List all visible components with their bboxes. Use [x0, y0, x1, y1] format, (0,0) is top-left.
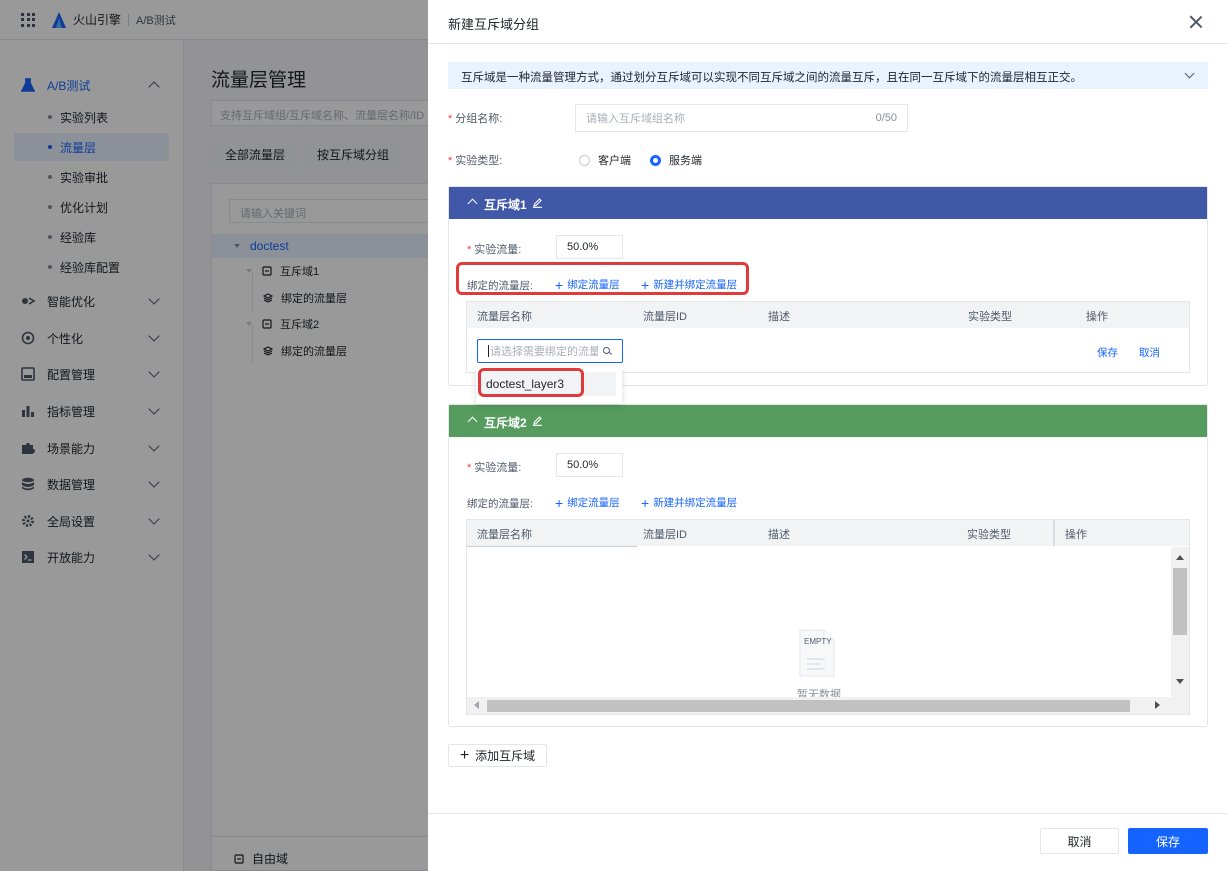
- domain-2-header[interactable]: 互斥域2: [449, 405, 1207, 437]
- drawer-title: 新建互斥域分组: [448, 17, 540, 32]
- add-domain-label: 添加互斥域: [475, 749, 536, 763]
- create-bind-layer-link[interactable]: + 新建并绑定流量层: [641, 277, 737, 292]
- group-name-label: * 分组名称:: [448, 113, 503, 125]
- header-underline: [467, 546, 637, 547]
- radio-circle-checked: [650, 154, 661, 166]
- cancel-button[interactable]: 取消: [1040, 828, 1119, 854]
- column-header: 实验类型: [968, 311, 1012, 323]
- column-resize-handle[interactable]: [1053, 520, 1055, 546]
- info-text: 互斥域是一种流量管理方式，通过划分互斥域可以实现不同互斥域之间的流量互斥，且在同…: [461, 72, 1082, 84]
- exp-type-label: * 实验类型:: [448, 155, 503, 167]
- scroll-down-arrow-icon[interactable]: [1176, 679, 1184, 684]
- save-button[interactable]: 保存: [1128, 828, 1208, 854]
- scroll-left-arrow-icon[interactable]: [474, 701, 479, 709]
- layer-select-dropdown: doctest_layer3: [476, 367, 622, 404]
- table-header: 流量层名称 流量层ID 描述 实验类型 操作: [467, 302, 1189, 328]
- column-header: 操作: [1086, 311, 1108, 323]
- close-icon[interactable]: [1189, 15, 1203, 29]
- row-save-link[interactable]: 保存: [1097, 345, 1118, 360]
- scroll-thumb[interactable]: [487, 700, 1130, 712]
- input-placeholder: 请输入互斥域组名称: [586, 113, 685, 125]
- bound-layers-table: 流量层名称 流量层ID 描述 实验类型 操作 请选择需要绑定的流量层 保存 取消: [466, 301, 1190, 373]
- empty-file-icon: [799, 629, 835, 677]
- radio-server[interactable]: 服务端: [650, 152, 702, 168]
- traffic-input[interactable]: 50.0%: [556, 235, 623, 259]
- scroll-up-arrow-icon[interactable]: [1176, 555, 1184, 560]
- chevron-up-icon[interactable]: [467, 198, 478, 209]
- search-icon: [603, 347, 610, 354]
- row-cancel-link[interactable]: 取消: [1139, 345, 1160, 360]
- select-placeholder: 请选择需要绑定的流量层: [490, 346, 598, 358]
- traffic-label: * 实验流量:: [467, 244, 522, 256]
- char-counter: 0/50: [875, 112, 897, 124]
- chevron-down-icon[interactable]: [1184, 68, 1195, 79]
- column-header: 实验类型: [967, 529, 1011, 541]
- column-header: 流量层名称: [477, 311, 532, 323]
- edit-icon[interactable]: [532, 197, 543, 208]
- radio-label: 客户端: [598, 155, 631, 167]
- dropdown-option[interactable]: doctest_layer3: [480, 372, 616, 396]
- bound-layer-label: 绑定的流量层:: [467, 280, 533, 292]
- scroll-right-arrow-icon[interactable]: [1155, 701, 1160, 709]
- radio-client[interactable]: 客户端: [579, 152, 631, 168]
- horizontal-scrollbar[interactable]: [467, 697, 1189, 714]
- text-cursor: [488, 345, 489, 357]
- layer-select-input[interactable]: 请选择需要绑定的流量层: [477, 339, 623, 363]
- domain-title: 互斥域1: [484, 198, 527, 212]
- add-domain-button[interactable]: + 添加互斥域: [448, 744, 547, 767]
- domain-card-2: 互斥域2 * 实验流量: 50.0% 绑定的流量层: + 绑定流量层 + 新建并绑定流…: [448, 404, 1208, 727]
- create-bind-layer-link[interactable]: + 新建并绑定流量层: [641, 495, 737, 510]
- vertical-scrollbar[interactable]: [1171, 547, 1189, 697]
- domain-card-1: 互斥域1 * 实验流量: 50.0% 绑定的流量层: + 绑定流量层 + 新建并绑定流…: [448, 186, 1208, 386]
- bound-layers-table: 流量层名称 流量层ID 描述 实验类型 操作 EMPTY 暂无数据: [466, 519, 1190, 715]
- domain-1-header[interactable]: 互斥域1: [449, 187, 1207, 219]
- info-banner: 互斥域是一种流量管理方式，通过划分互斥域可以实现不同互斥域之间的流量互斥，且在同…: [448, 62, 1208, 89]
- traffic-input[interactable]: 50.0%: [556, 453, 623, 477]
- bound-layer-label: 绑定的流量层:: [467, 498, 533, 510]
- column-header: 描述: [768, 529, 790, 541]
- radio-circle: [579, 154, 590, 166]
- table-header: 流量层名称 流量层ID 描述 实验类型 操作: [467, 520, 1189, 546]
- chevron-up-icon[interactable]: [467, 416, 478, 427]
- edit-icon[interactable]: [532, 415, 543, 426]
- column-header: 流量层ID: [643, 311, 687, 323]
- plus-icon: +: [459, 746, 470, 764]
- empty-tag: EMPTY: [804, 637, 832, 646]
- create-domain-group-drawer: 新建互斥域分组 互斥域是一种流量管理方式，通过划分互斥域可以实现不同互斥域之间的…: [428, 0, 1228, 871]
- radio-label: 服务端: [669, 155, 702, 167]
- scroll-thumb[interactable]: [1173, 568, 1187, 635]
- group-name-input[interactable]: 请输入互斥域组名称 0/50: [575, 104, 908, 132]
- traffic-label: * 实验流量:: [467, 462, 522, 474]
- column-header: 描述: [768, 311, 790, 323]
- bind-layer-link[interactable]: + 绑定流量层: [555, 277, 620, 292]
- bind-layer-link[interactable]: + 绑定流量层: [555, 495, 620, 510]
- column-header: 流量层ID: [643, 529, 687, 541]
- column-header: 流量层名称: [477, 529, 532, 541]
- domain-title: 互斥域2: [484, 416, 527, 430]
- drawer-header: 新建互斥域分组: [428, 0, 1228, 44]
- column-header: 操作: [1065, 529, 1087, 541]
- drawer-footer: 取消 保存: [428, 813, 1228, 871]
